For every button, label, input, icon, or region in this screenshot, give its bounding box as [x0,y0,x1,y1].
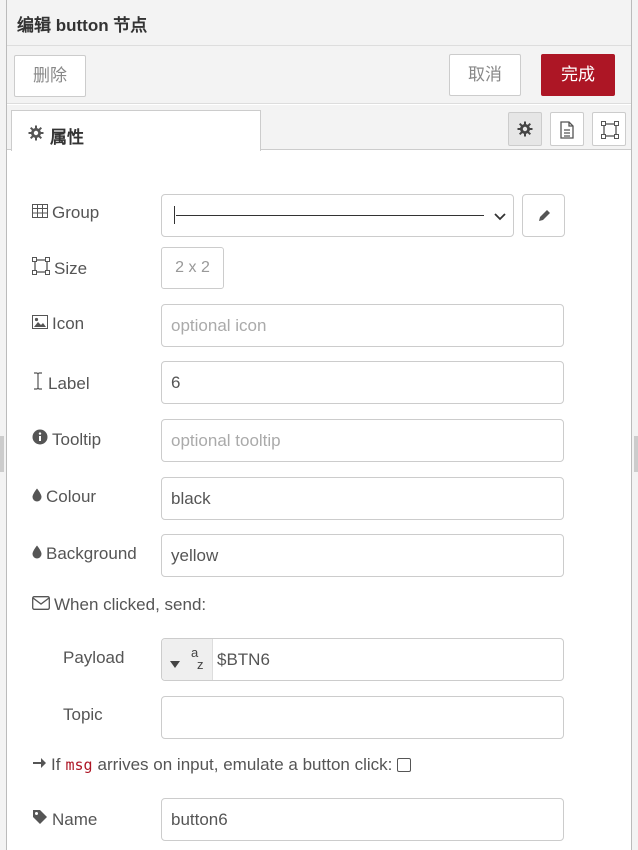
image-icon [32,314,48,334]
background-input[interactable]: yellow [161,534,564,577]
colour-input[interactable]: black [161,477,564,520]
icon-input[interactable]: optional icon [161,304,564,347]
tab-properties-label: 属性 [50,128,84,147]
group-select[interactable] [161,194,514,237]
delete-button[interactable]: 删除 [14,55,86,97]
name-input[interactable]: button6 [161,798,564,841]
right-resize-handle[interactable] [634,436,638,472]
payload-type-select[interactable]: a z [162,639,213,680]
size-label: Size [32,257,87,280]
envelope-icon [32,595,50,615]
done-button[interactable]: 完成 [541,54,615,96]
edit-tray: 编辑 button 节点 删除 取消 完成 属性 Group Size 2 x … [6,0,632,850]
icon-label: Icon [32,314,84,334]
gear-icon [28,125,44,146]
size-button[interactable]: 2 x 2 [161,247,224,289]
when-clicked-label: When clicked, send: [32,595,206,615]
passthru-checkbox[interactable] [397,758,412,772]
colour-label: Colour [32,487,96,507]
tab-button-settings[interactable] [508,112,542,146]
tab-bar: 属性 [7,105,631,151]
label-input[interactable]: 6 [161,361,564,404]
tooltip-input[interactable]: optional tooltip [161,419,564,462]
tint-icon [32,544,42,564]
caret-down-icon [170,654,180,674]
properties-form: Group Size 2 x 2 Icon optional icon Labe… [7,151,631,850]
group-select-value [176,215,484,216]
tray-title: 编辑 button 节点 [17,16,148,35]
info-icon [32,429,48,450]
string-type-icon: a z [191,645,204,672]
tab-properties[interactable]: 属性 [11,110,261,151]
tag-icon [32,809,48,830]
text-cursor-icon [32,372,44,395]
tab-button-appearance[interactable] [592,112,626,146]
topic-label: Topic [63,705,103,724]
tab-button-description[interactable] [550,112,584,146]
cancel-button[interactable]: 取消 [449,54,521,96]
label-label: Label [32,372,90,395]
payload-value: $BTN6 [217,650,270,669]
msg-keyword: msg [65,756,93,774]
payload-label: Payload [63,648,125,667]
payload-typed-input[interactable]: a z $BTN6 [161,638,564,681]
arrow-right-icon [32,755,46,775]
table-icon [32,203,48,223]
edit-group-button[interactable] [522,194,565,237]
tray-toolbar: 删除 取消 完成 [7,46,631,104]
name-label: Name [32,809,97,830]
group-label: Group [32,203,99,223]
tint-icon [32,487,42,507]
chevron-down-icon [493,208,507,228]
tooltip-label: Tooltip [32,429,101,450]
left-resize-handle[interactable] [0,436,4,472]
tray-header: 编辑 button 节点 [7,0,631,46]
frame-icon [32,257,50,280]
passthru-row: If msg arrives on input, emulate a butto… [32,755,412,775]
topic-input[interactable] [161,696,564,739]
background-label: Background [32,544,137,564]
